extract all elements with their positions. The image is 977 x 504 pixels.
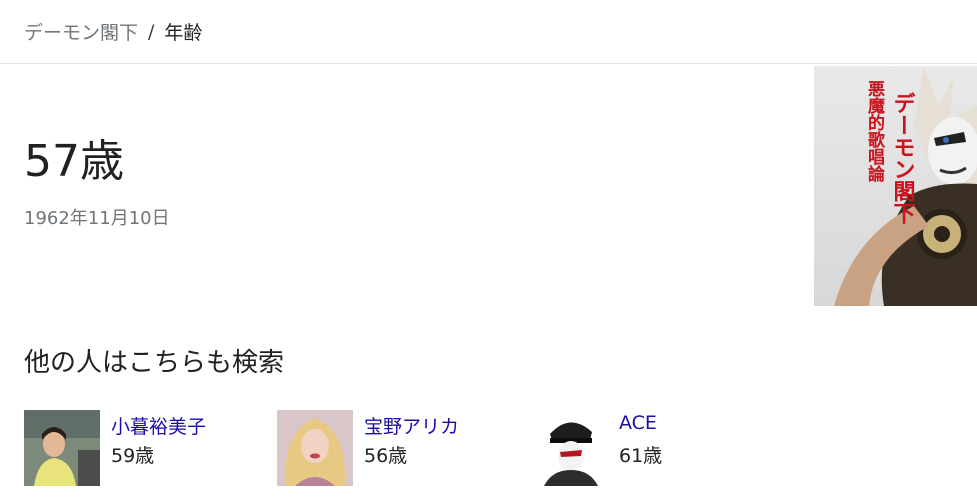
hero-title-text: デーモン閣下 <box>890 91 916 224</box>
hero-portrait-illustration: デーモン閣下 悪魔的歌唱論 <box>834 66 977 306</box>
related-person-card[interactable]: ACE 61歳 <box>532 410 772 486</box>
thumb-object <box>78 450 100 486</box>
related-section-title: 他の人はこちらも検索 <box>24 348 285 378</box>
person-age: 61歳 <box>619 445 663 467</box>
person-name-link[interactable]: ACE <box>619 412 657 434</box>
person-name-link[interactable]: 宝野アリカ <box>364 412 459 439</box>
person-thumbnail-illustration <box>532 410 608 486</box>
person-thumbnail[interactable] <box>24 410 100 486</box>
related-person-card[interactable]: 小暮裕美子 59歳 <box>24 410 264 486</box>
breadcrumb-separator: / <box>148 20 155 43</box>
hero-image[interactable]: デーモン閣下 悪魔的歌唱論 <box>814 66 977 306</box>
person-thumbnail-illustration <box>277 410 353 486</box>
answer-value: 57歳 <box>24 136 124 187</box>
person-thumbnail-illustration <box>24 410 100 486</box>
person-thumbnail[interactable] <box>532 410 608 486</box>
costume-medallion-center-shape <box>934 226 950 242</box>
answer-birthdate: 1962年11月10日 <box>24 208 170 229</box>
person-thumbnail[interactable] <box>277 410 353 486</box>
eye-shape <box>943 137 949 143</box>
hero-subtitle-text: 悪魔的歌唱論 <box>864 80 885 183</box>
related-person-card[interactable]: 宝野アリカ 56歳 <box>277 410 517 486</box>
breadcrumb-attribute: 年齢 <box>164 22 203 44</box>
person-name-link[interactable]: 小暮裕美子 <box>111 412 206 439</box>
person-age: 59歳 <box>111 445 155 467</box>
breadcrumb: デーモン閣下 / 年齢 <box>0 0 977 64</box>
thumb-lips <box>310 453 320 459</box>
person-age: 56歳 <box>364 445 408 467</box>
breadcrumb-entity-link[interactable]: デーモン閣下 <box>24 18 138 45</box>
